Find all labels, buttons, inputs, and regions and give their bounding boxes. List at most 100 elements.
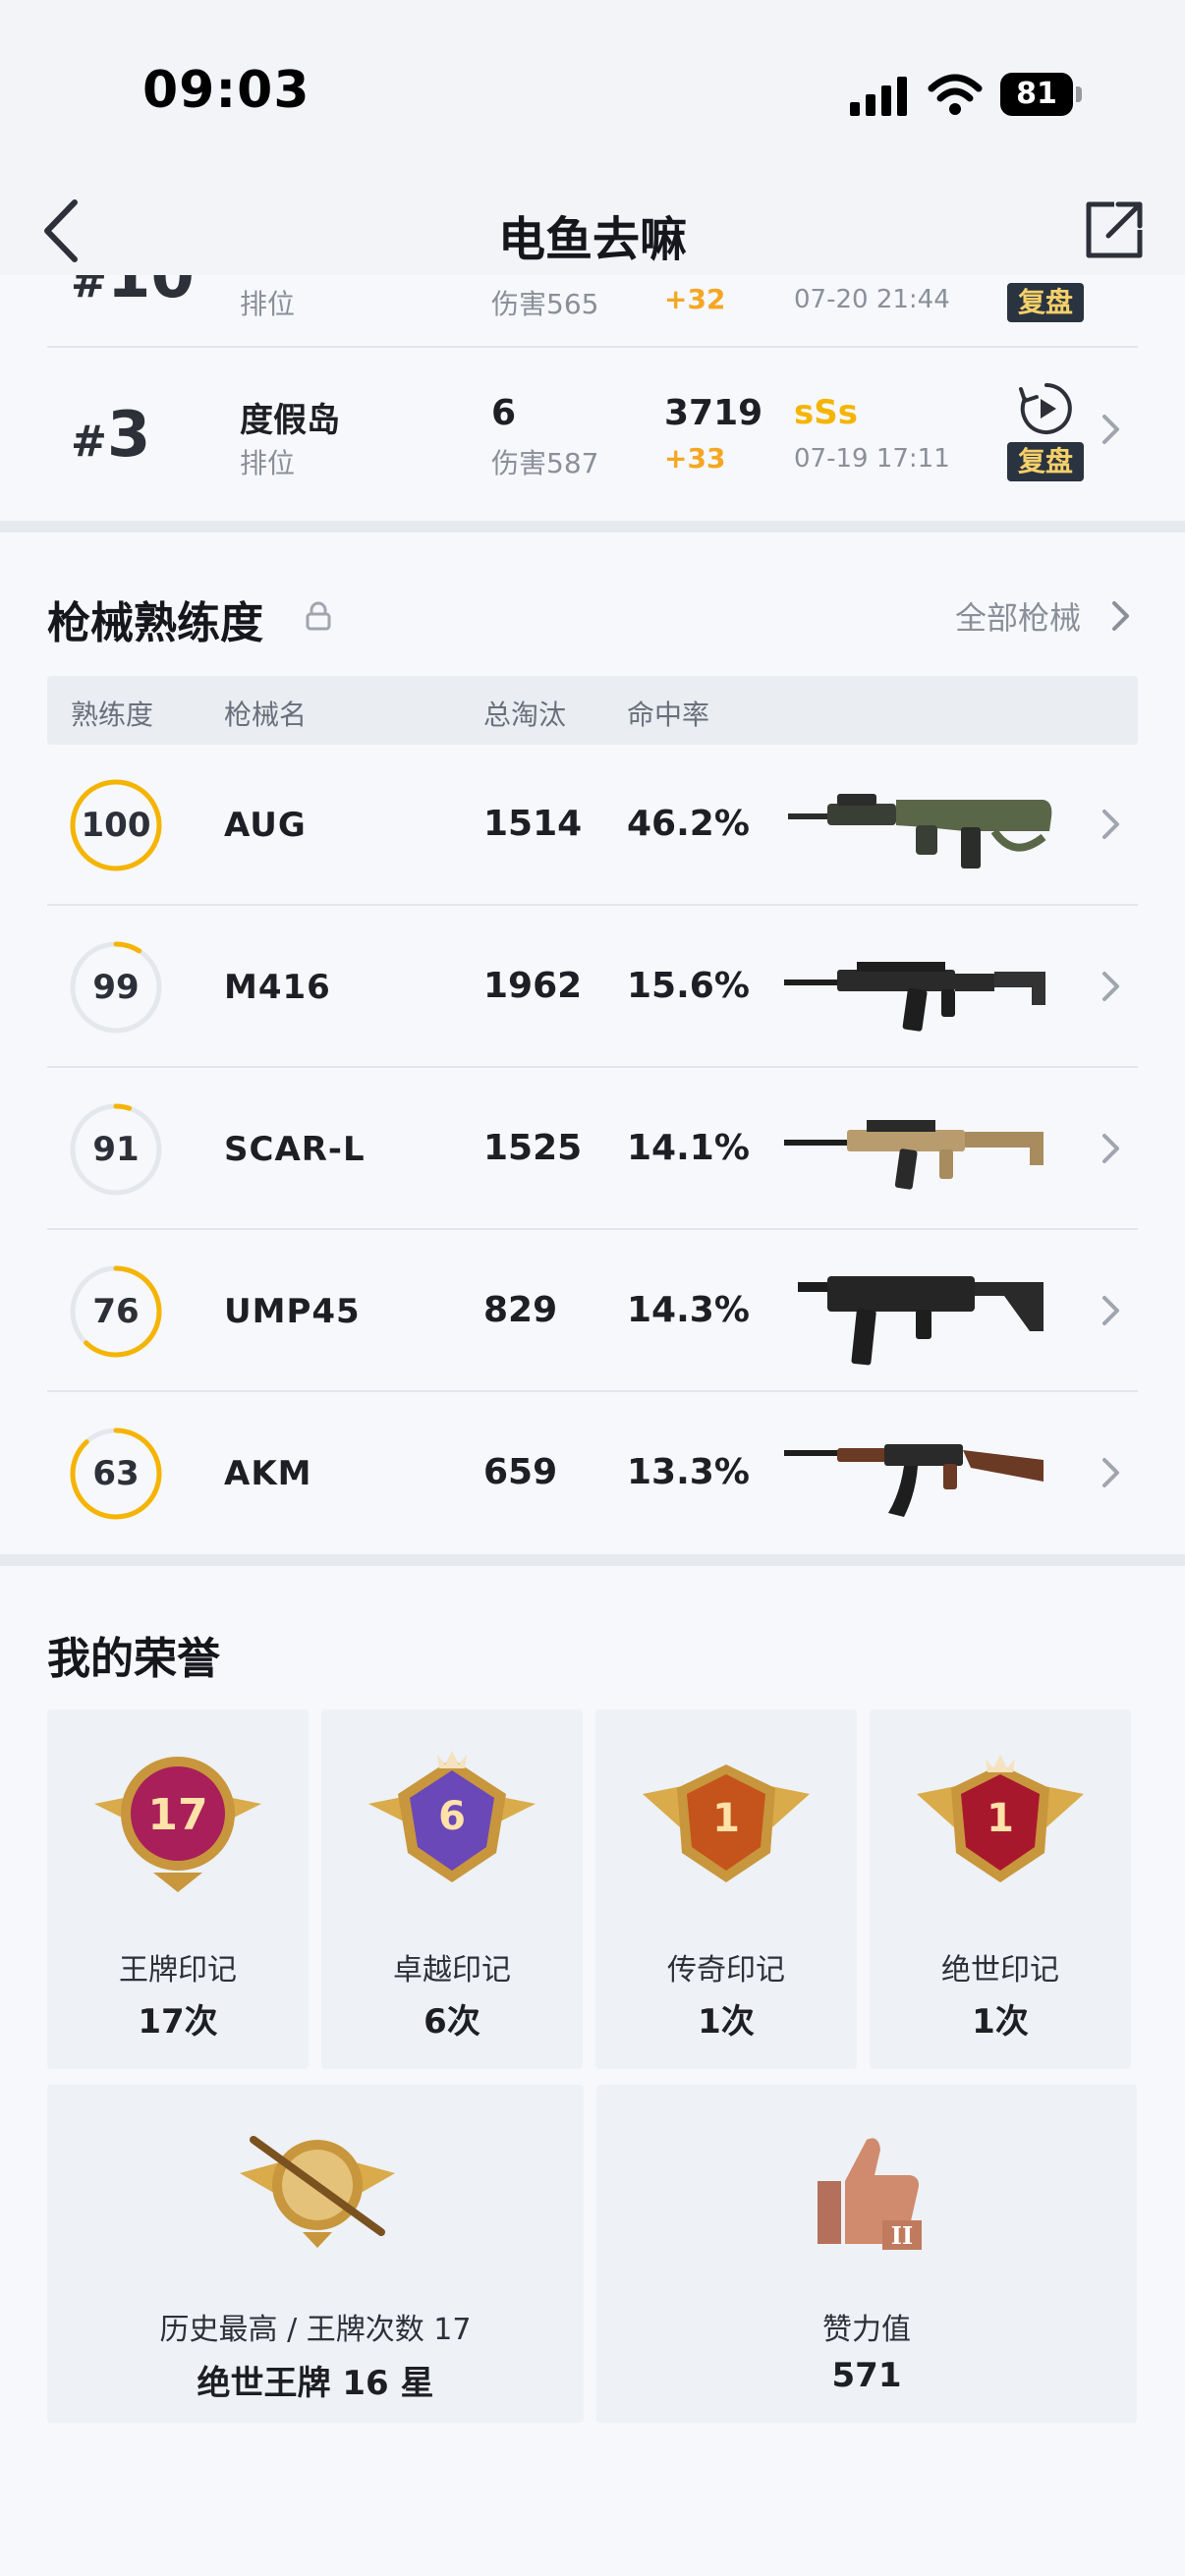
weapon-kills: 659 (483, 1452, 558, 1492)
weapon-mastery-title: 枪械熟练度 (47, 598, 263, 648)
legend-badge-icon: 1 (643, 1764, 810, 1882)
scar-l-rifle-image (784, 1120, 1044, 1190)
match-map: 度假岛 (240, 401, 340, 440)
header-weapon-name: 枪械名 (224, 699, 308, 731)
weapon-kills: 1962 (483, 966, 583, 1006)
chevron-right-icon[interactable] (1110, 599, 1132, 633)
page-title: 电鱼去嘛 (497, 212, 687, 267)
weapon-name: SCAR-L (224, 1130, 366, 1169)
svg-text:II: II (891, 2221, 913, 2250)
chevron-right-icon (1102, 810, 1119, 839)
match-score: 3719 (664, 393, 763, 433)
m416-rifle-image (784, 962, 1045, 1032)
honor-card-ace[interactable]: 17 王牌印记 17次 (47, 1709, 309, 2069)
status-time: 09:03 (142, 61, 310, 120)
mastery-level: 91 (92, 1130, 140, 1169)
match-row[interactable]: #10 排位 伤害565 +32 07-20 21:44 复盘 (47, 275, 1138, 348)
aug-rifle-image (788, 794, 1052, 868)
replay-label: 复盘 (1007, 442, 1084, 481)
akm-rifle-image (784, 1444, 1044, 1517)
weapon-kills: 1514 (483, 804, 583, 844)
honor-count: 1次 (972, 2002, 1029, 2042)
honor-value: 571 (831, 2356, 902, 2395)
weapon-accuracy: 15.6% (627, 966, 750, 1006)
weapon-row-scar-l[interactable]: 91 SCAR-L 1525 14.1% (47, 1069, 1138, 1230)
weapon-accuracy: 14.3% (627, 1290, 750, 1330)
mastery-level: 99 (92, 968, 140, 1007)
match-score-delta: +32 (664, 283, 726, 315)
mastery-level: 100 (81, 806, 151, 845)
weapon-name: M416 (224, 968, 331, 1007)
match-rank: #3 (71, 399, 151, 472)
match-grade: sSs (794, 393, 858, 432)
match-date: 07-20 21:44 (794, 285, 950, 314)
svg-text:17: 17 (147, 1790, 207, 1840)
replay-button[interactable]: 复盘 (1007, 379, 1084, 487)
peerless-badge-icon: 1 (917, 1755, 1084, 1882)
weapon-accuracy: 14.1% (627, 1128, 750, 1168)
battery-level: 81 (1000, 73, 1073, 116)
weapon-mastery-section: 枪械熟练度 全部枪械 熟练度 枪械名 总淘汰 命中率 100 AUG 1514 … (0, 532, 1185, 1554)
match-score-delta: +33 (664, 442, 726, 475)
honor-card-excellence[interactable]: 6 卓越印记 6次 (321, 1709, 583, 2069)
excellence-badge-icon: 6 (368, 1751, 536, 1882)
honor-card-highest-rank[interactable]: 历史最高 / 王牌次数 17 绝世王牌 16 星 (47, 2085, 584, 2423)
cellular-signal-icon (850, 77, 907, 116)
match-kills: 6 (491, 393, 517, 433)
weapon-kills: 829 (483, 1290, 558, 1330)
honor-value: 绝世王牌 16 星 (197, 2364, 434, 2403)
weapon-accuracy: 46.2% (627, 804, 750, 844)
svg-text:1: 1 (987, 1796, 1014, 1841)
match-rank: #10 (71, 275, 195, 312)
match-row[interactable]: #3 度假岛 排位 6 伤害587 3719 +33 sSs 07-19 17:… (47, 350, 1138, 507)
honor-count: 1次 (698, 2002, 755, 2042)
weapon-accuracy: 13.3% (627, 1452, 750, 1492)
match-damage: 伤害565 (491, 288, 599, 320)
ump45-smg-image (798, 1276, 1044, 1366)
weapon-name: AKM (224, 1454, 312, 1493)
header-total-kills: 总淘汰 (483, 699, 567, 731)
weapon-kills: 1525 (483, 1128, 583, 1168)
svg-text:1: 1 (712, 1796, 740, 1841)
chevron-right-icon (1102, 1458, 1119, 1487)
honor-card-legend[interactable]: 1 传奇印记 1次 (595, 1709, 857, 2069)
replay-label: 复盘 (1007, 283, 1084, 322)
honors-section: 我的荣誉 17 王牌印记 17次 6 卓越印记 6次 1 传奇印记 1次 1 绝… (0, 1566, 1185, 2576)
honor-card-peerless[interactable]: 1 绝世印记 1次 (870, 1709, 1131, 2069)
match-mode: 排位 (240, 288, 296, 320)
honor-count: 17次 (138, 2002, 218, 2042)
honor-label: 王牌印记 (119, 1953, 237, 1988)
weapon-row-akm[interactable]: 63 AKM 659 13.3% (47, 1393, 1138, 1554)
weapon-table-header: 熟练度 枪械名 总淘汰 命中率 (47, 676, 1138, 745)
honor-label: 历史最高 / 王牌次数 17 (159, 2313, 472, 2347)
honor-label: 赞力值 (822, 2313, 911, 2347)
wifi-icon (928, 74, 983, 115)
honors-title: 我的荣誉 (47, 1634, 220, 1684)
honor-label: 卓越印记 (393, 1953, 511, 1988)
header-mastery: 熟练度 (71, 699, 154, 731)
nav-bar: 电鱼去嘛 (0, 187, 1185, 275)
battery-icon: 81 (1000, 73, 1082, 116)
honor-card-likes[interactable]: II 赞力值 571 (596, 2085, 1137, 2423)
weapon-row-ump45[interactable]: 76 UMP45 829 14.3% (47, 1231, 1138, 1392)
all-weapons-link[interactable]: 全部枪械 (955, 593, 1081, 639)
weapon-row-m416[interactable]: 99 M416 1962 15.6% (47, 907, 1138, 1068)
share-icon[interactable] (1081, 198, 1146, 263)
mastery-level: 76 (92, 1292, 140, 1331)
weapon-name: UMP45 (224, 1292, 361, 1331)
mastery-level: 63 (92, 1454, 140, 1493)
match-damage: 伤害587 (491, 447, 599, 479)
weapon-name: AUG (224, 806, 307, 845)
chevron-right-icon (1102, 1134, 1119, 1163)
chevron-right-icon (1102, 415, 1119, 444)
highest-rank-badge-icon (240, 2136, 395, 2248)
weapon-row-aug[interactable]: 100 AUG 1514 46.2% (47, 745, 1138, 906)
match-history: #10 排位 伤害565 +32 07-20 21:44 复盘 #3 度假岛 排… (0, 275, 1185, 521)
svg-text:6: 6 (438, 1794, 466, 1839)
lock-icon (306, 601, 331, 631)
replay-button[interactable]: 复盘 (1007, 275, 1084, 328)
header-accuracy: 命中率 (627, 699, 710, 731)
match-date: 07-19 17:11 (794, 444, 950, 474)
honor-count: 6次 (423, 2002, 480, 2042)
honor-label: 绝世印记 (941, 1953, 1059, 1988)
